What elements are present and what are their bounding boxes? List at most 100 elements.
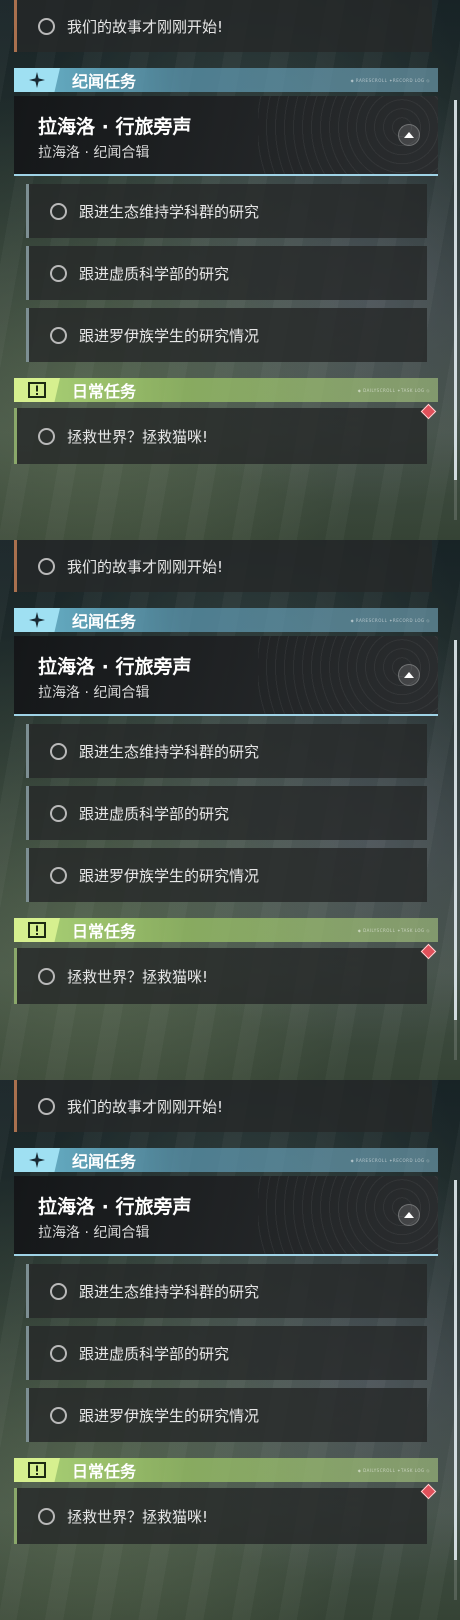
quest-accent-bar (26, 786, 29, 840)
quest-group-card[interactable]: 拉海洛 · 行旅旁声 拉海洛 · 纪闻合辑 (14, 96, 438, 176)
quest-label: 我们的故事才刚刚开始! (67, 1097, 224, 1116)
sub-quest-item[interactable]: 跟进虚质科学部的研究 (26, 246, 427, 300)
quest-accent-bar (26, 1388, 29, 1442)
quest-accent-bar (14, 540, 17, 592)
circle-outline-icon (38, 427, 55, 445)
daily-quest-item[interactable]: 拯救世界？拯救猫咪! (14, 408, 427, 464)
sub-quest-label: 跟进罗伊族学生的研究情况 (79, 1406, 260, 1425)
category-title: 纪闻任务 (72, 612, 137, 631)
daily-quest-label: 拯救世界？拯救猫咪! (67, 427, 209, 446)
scrollbar[interactable] (454, 100, 457, 520)
circle-outline-icon (50, 1344, 67, 1362)
group-subtitle: 拉海洛 · 纪闻合辑 (38, 145, 150, 161)
sub-quest-item[interactable]: 跟进罗伊族学生的研究情况 (26, 848, 427, 902)
sub-quest-label: 跟进生态维持学科群的研究 (79, 1282, 260, 1301)
group-subtitle: 拉海洛 · 纪闻合辑 (38, 1225, 150, 1241)
circle-outline-icon (38, 967, 55, 985)
category-header-story[interactable]: 纪闻任务 ◆ RARESCROLL ✦RECORD LOG ◇ (14, 608, 438, 632)
category-header-story[interactable]: 纪闻任务 ◆ RARESCROLL ✦RECORD LOG ◇ (14, 68, 438, 92)
daily-quest-label: 拯救世界？拯救猫咪! (67, 1507, 209, 1526)
circle-outline-icon (50, 804, 67, 822)
quest-panel: 我们的故事才刚刚开始! 纪闻任务 ◆ RARESCROLL ✦RECORD LO… (0, 1080, 460, 1620)
scrollbar[interactable] (454, 640, 457, 1060)
circle-outline-icon (50, 742, 67, 760)
circle-outline-icon (50, 866, 67, 884)
sub-quest-label: 跟进虚质科学部的研究 (79, 264, 230, 283)
sub-quest-label: 跟进虚质科学部的研究 (79, 1344, 230, 1363)
category-title: 纪闻任务 (72, 72, 137, 91)
circle-outline-icon (38, 557, 55, 575)
category-tag: ◆ RARESCROLL ✦RECORD LOG ◇ (350, 617, 430, 623)
sub-quest-label: 跟进虚质科学部的研究 (79, 804, 230, 823)
quest-accent-bar (14, 1488, 17, 1544)
category-title: 纪闻任务 (72, 1152, 137, 1171)
circle-outline-icon (38, 17, 55, 35)
collapse-button[interactable] (398, 124, 420, 146)
sparkle-icon (14, 1148, 60, 1172)
category-title: 日常任务 (72, 1462, 137, 1481)
quest-label: 我们的故事才刚刚开始! (67, 557, 224, 576)
circle-outline-icon (50, 326, 67, 344)
sub-quest-item[interactable]: 跟进虚质科学部的研究 (26, 786, 427, 840)
quest-accent-bar (26, 184, 29, 238)
quest-accent-bar (26, 308, 29, 362)
category-tag: ◆ RARESCROLL ✦RECORD LOG ◇ (350, 1157, 430, 1163)
quest-accent-bar (14, 1080, 17, 1132)
scrollbar-thumb[interactable] (454, 1180, 457, 1560)
circle-outline-icon (38, 1507, 55, 1525)
quest-item[interactable]: 我们的故事才刚刚开始! (14, 1080, 432, 1132)
quest-group-card[interactable]: 拉海洛 · 行旅旁声 拉海洛 · 纪闻合辑 (14, 636, 438, 716)
sub-quest-item[interactable]: 跟进罗伊族学生的研究情况 (26, 1388, 427, 1442)
group-title: 拉海洛 · 行旅旁声 (38, 1196, 192, 1218)
quest-accent-bar (14, 0, 17, 52)
sub-quest-label: 跟进罗伊族学生的研究情况 (79, 866, 260, 885)
daily-quest-item[interactable]: 拯救世界？拯救猫咪! (14, 948, 427, 1004)
category-tag: ◆ DAILYSCROLL ✦TASK LOG ◇ (357, 927, 430, 933)
group-title: 拉海洛 · 行旅旁声 (38, 656, 192, 678)
scrollbar-thumb[interactable] (454, 100, 457, 480)
sub-quest-label: 跟进生态维持学科群的研究 (79, 742, 260, 761)
quest-accent-bar (14, 948, 17, 1004)
quest-label: 我们的故事才刚刚开始! (67, 17, 224, 36)
circle-outline-icon (50, 202, 67, 220)
collapse-button[interactable] (398, 1204, 420, 1226)
category-tag: ◆ DAILYSCROLL ✦TASK LOG ◇ (357, 387, 430, 393)
quest-panel: 我们的故事才刚刚开始! 纪闻任务 ◆ RARESCROLL ✦RECORD LO… (0, 0, 460, 540)
sparkle-icon (14, 68, 60, 92)
quest-panel: 我们的故事才刚刚开始! 纪闻任务 ◆ RARESCROLL ✦RECORD LO… (0, 540, 460, 1080)
chevron-up-icon (404, 672, 414, 678)
quest-accent-bar (26, 246, 29, 300)
quest-accent-bar (14, 408, 17, 464)
category-title: 日常任务 (72, 922, 137, 941)
sub-quest-item[interactable]: 跟进虚质科学部的研究 (26, 1326, 427, 1380)
sub-quest-item[interactable]: 跟进生态维持学科群的研究 (26, 724, 427, 778)
sub-quest-item[interactable]: 跟进生态维持学科群的研究 (26, 184, 427, 238)
group-subtitle: 拉海洛 · 纪闻合辑 (38, 685, 150, 701)
sub-quest-label: 跟进罗伊族学生的研究情况 (79, 326, 260, 345)
circle-outline-icon (50, 264, 67, 282)
quest-accent-bar (26, 1264, 29, 1318)
quest-item[interactable]: 我们的故事才刚刚开始! (14, 0, 432, 52)
category-header-daily[interactable]: 日常任务 ◆ DAILYSCROLL ✦TASK LOG ◇ (14, 1458, 438, 1482)
category-header-daily[interactable]: 日常任务 ◆ DAILYSCROLL ✦TASK LOG ◇ (14, 918, 438, 942)
sparkle-icon (14, 608, 60, 632)
circle-outline-icon (50, 1282, 67, 1300)
scrollbar[interactable] (454, 1180, 457, 1600)
quest-group-card[interactable]: 拉海洛 · 行旅旁声 拉海洛 · 纪闻合辑 (14, 1176, 438, 1256)
scrollbar-thumb[interactable] (454, 640, 457, 1020)
exclamation-icon (14, 1458, 60, 1482)
group-title: 拉海洛 · 行旅旁声 (38, 116, 192, 138)
quest-accent-bar (26, 848, 29, 902)
exclamation-icon (14, 918, 60, 942)
category-header-daily[interactable]: 日常任务 ◆ DAILYSCROLL ✦TASK LOG ◇ (14, 378, 438, 402)
collapse-button[interactable] (398, 664, 420, 686)
sub-quest-item[interactable]: 跟进罗伊族学生的研究情况 (26, 308, 427, 362)
category-header-story[interactable]: 纪闻任务 ◆ RARESCROLL ✦RECORD LOG ◇ (14, 1148, 438, 1172)
category-title: 日常任务 (72, 382, 137, 401)
quest-item[interactable]: 我们的故事才刚刚开始! (14, 540, 432, 592)
sub-quest-item[interactable]: 跟进生态维持学科群的研究 (26, 1264, 427, 1318)
chevron-up-icon (404, 132, 414, 138)
daily-quest-item[interactable]: 拯救世界？拯救猫咪! (14, 1488, 427, 1544)
circle-outline-icon (50, 1406, 67, 1424)
quest-accent-bar (26, 1326, 29, 1380)
